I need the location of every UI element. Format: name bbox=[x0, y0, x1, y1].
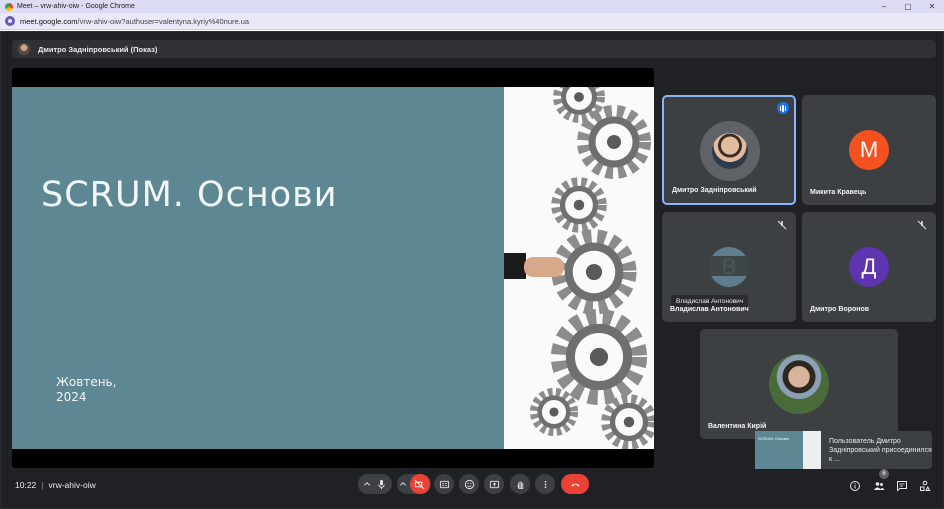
chat-icon[interactable] bbox=[896, 480, 908, 492]
camera-off-icon bbox=[409, 474, 430, 494]
control-bar: 10:22 | vrw-ahiv-oiw 6 bbox=[1, 466, 943, 508]
meet-stage: Дмитро Задніпровський (Показ) SCRUM. Осн… bbox=[0, 31, 944, 509]
present-screen-icon bbox=[489, 480, 499, 488]
more-options-button[interactable] bbox=[535, 474, 555, 494]
presenter-label: Дмитро Задніпровський (Показ) bbox=[38, 44, 158, 54]
join-notification[interactable]: SCRUM. Основи Пользователь Дмитро Задніп… bbox=[755, 431, 932, 469]
slide-date: Жовтень, 2024 bbox=[56, 375, 117, 404]
mic-off-icon bbox=[777, 220, 787, 230]
close-button[interactable]: ✕ bbox=[920, 0, 944, 13]
meeting-details-icon[interactable] bbox=[849, 480, 861, 492]
microphone-button[interactable] bbox=[358, 474, 392, 494]
presenter-bar: Дмитро Задніпровський (Показ) bbox=[12, 40, 936, 58]
url-text[interactable]: meet.google.com/vrw-ahiv-oiw?authuser=va… bbox=[20, 17, 249, 26]
people-icon[interactable] bbox=[873, 480, 885, 492]
maximize-button[interactable]: ▢ bbox=[896, 0, 920, 13]
minimize-button[interactable]: – bbox=[872, 0, 896, 13]
notification-thumbnail: SCRUM. Основи bbox=[755, 431, 821, 469]
raise-hand-button[interactable] bbox=[510, 474, 530, 494]
participant-tile[interactable]: Д Дмитро Воронов bbox=[802, 212, 936, 322]
reactions-button[interactable] bbox=[459, 474, 479, 494]
participant-tile[interactable]: Валентина Кирій bbox=[700, 329, 898, 439]
participant-name: Дмитро Воронов bbox=[810, 306, 870, 313]
slide-title: SCRUM. Основи bbox=[41, 175, 338, 215]
present-button[interactable] bbox=[484, 474, 504, 494]
mic-off-icon bbox=[917, 220, 927, 230]
presentation-frame: SCRUM. Основи Жовтень, 2024 bbox=[12, 68, 654, 468]
microphone-icon bbox=[378, 479, 385, 489]
hand-icon bbox=[516, 480, 523, 489]
site-info-icon[interactable] bbox=[5, 16, 15, 26]
address-bar[interactable]: meet.google.com/vrw-ahiv-oiw?authuser=va… bbox=[0, 13, 944, 30]
participant-avatar: М bbox=[849, 130, 889, 170]
meeting-code: vrw-ahiv-oiw bbox=[48, 480, 96, 490]
meeting-info: 10:22 | vrw-ahiv-oiw bbox=[15, 480, 96, 490]
hang-up-icon bbox=[570, 483, 580, 487]
chevron-up-icon bbox=[399, 482, 406, 486]
participant-avatar: Д bbox=[849, 247, 889, 287]
speaking-indicator-icon bbox=[777, 102, 789, 114]
emoji-icon bbox=[464, 479, 474, 489]
chevron-up-icon bbox=[364, 482, 370, 486]
presentation-slide: SCRUM. Основи Жовтень, 2024 bbox=[12, 87, 654, 449]
participant-name: Валентина Кирій bbox=[708, 423, 767, 430]
participant-tile[interactable]: М Микита Кравець bbox=[802, 95, 936, 205]
people-count-badge: 6 bbox=[879, 469, 889, 479]
participant-tile[interactable]: В Владислав Антонович Владислав Антонови… bbox=[662, 212, 796, 322]
participant-name: Микита Кравець bbox=[810, 189, 867, 196]
more-vert-icon bbox=[544, 480, 546, 488]
chrome-icon bbox=[5, 2, 13, 11]
participant-name: Владислав Антонович bbox=[670, 306, 749, 313]
participant-avatar bbox=[700, 121, 760, 181]
activities-icon[interactable] bbox=[919, 480, 931, 492]
leave-call-button[interactable] bbox=[561, 474, 589, 494]
camera-button[interactable] bbox=[397, 474, 431, 494]
notification-text: Пользователь Дмитро Задніпровський присо… bbox=[829, 437, 932, 463]
tile-hover-controls[interactable] bbox=[698, 256, 760, 276]
captions-icon bbox=[439, 480, 449, 488]
captions-button[interactable] bbox=[434, 474, 454, 494]
presenter-avatar bbox=[18, 43, 30, 55]
participant-tile[interactable]: Дмитро Задніпровський bbox=[662, 95, 796, 205]
gears-image bbox=[504, 87, 654, 449]
participant-name: Дмитро Задніпровський bbox=[672, 187, 757, 194]
participant-avatar bbox=[769, 354, 829, 414]
clock-time: 10:22 bbox=[15, 480, 37, 490]
window-title: Meet – vrw-ahiv-oiw - Google Chrome bbox=[17, 3, 135, 10]
window-titlebar: Meet – vrw-ahiv-oiw - Google Chrome – ▢ … bbox=[0, 0, 944, 13]
